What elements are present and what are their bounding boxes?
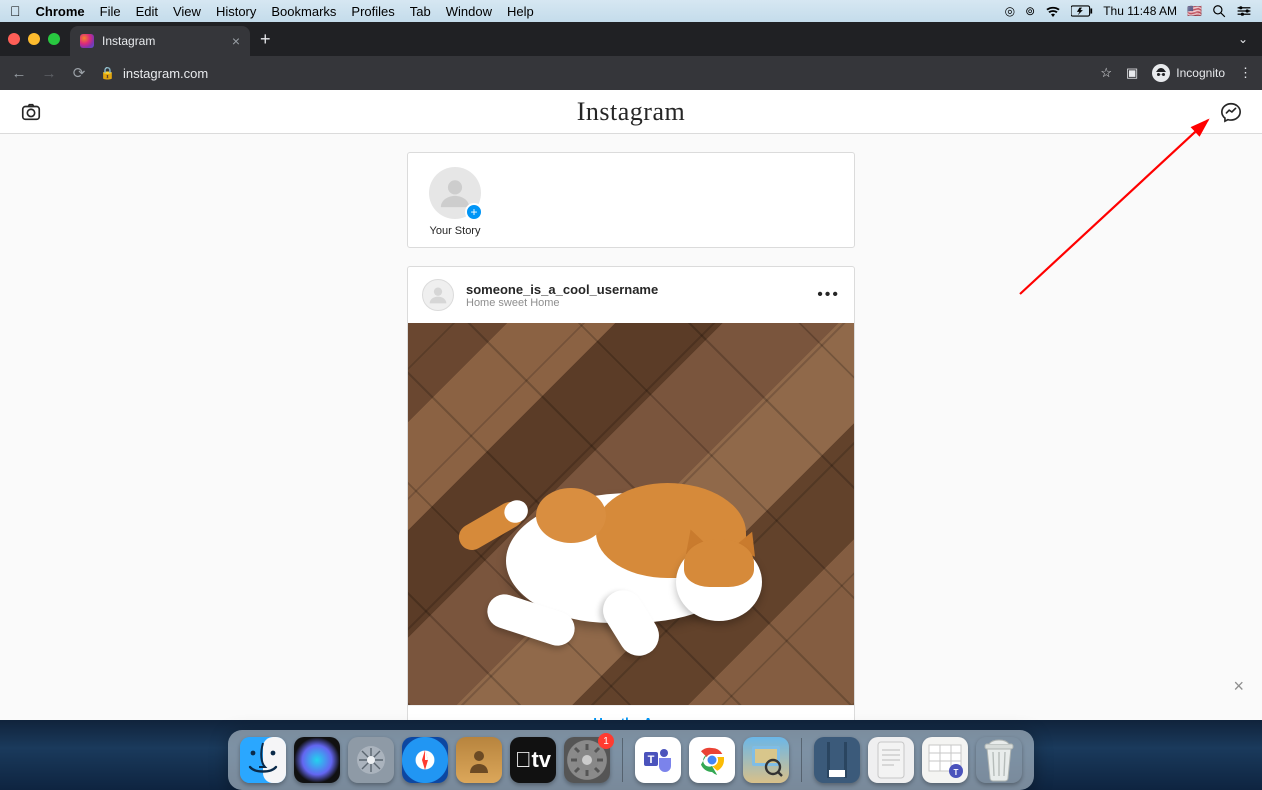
menubar-item-help[interactable]: Help (507, 4, 534, 19)
mac-dock: tv 1 T T (228, 730, 1034, 790)
menubar-item-bookmarks[interactable]: Bookmarks (271, 4, 336, 19)
dock-file-document-icon[interactable] (868, 737, 914, 783)
post-image[interactable] (408, 323, 854, 705)
chrome-tab-strip: Instagram × + ⌄ (0, 22, 1262, 56)
status-spotlight-icon[interactable] (1212, 4, 1226, 18)
dock-appletv-icon[interactable]: tv (510, 737, 556, 783)
post-more-icon[interactable]: ••• (817, 286, 840, 304)
instagram-logo[interactable]: Instagram (577, 97, 685, 127)
incognito-icon (1152, 64, 1170, 82)
window-minimize-button[interactable] (28, 33, 40, 45)
chrome-toolbar: ← → ⟳ 🔒 instagram.com ☆ ▣ Incognito ⋮ (0, 56, 1262, 90)
tab-favicon-instagram-icon (80, 34, 94, 48)
dock-badge: 1 (598, 733, 614, 749)
menubar-item-window[interactable]: Window (446, 4, 492, 19)
post-author-avatar[interactable] (422, 279, 454, 311)
post-location[interactable]: Home sweet Home (466, 297, 658, 309)
menubar-app-name[interactable]: Chrome (36, 4, 85, 19)
instagram-top-bar: Instagram (0, 90, 1262, 134)
dock-chrome-icon[interactable] (689, 737, 735, 783)
your-story[interactable]: + Your Story (422, 167, 488, 237)
mac-menubar:  Chrome File Edit View History Bookmark… (0, 0, 1262, 22)
dock-system-preferences-icon[interactable]: 1 (564, 737, 610, 783)
svg-text:T: T (648, 754, 655, 766)
story-label: Your Story (430, 225, 481, 237)
extensions-panel-icon[interactable]: ▣ (1126, 65, 1138, 81)
menubar-item-file[interactable]: File (100, 4, 121, 19)
status-toggle-icon[interactable]: ◎ (1005, 4, 1015, 18)
messenger-icon[interactable] (1220, 101, 1242, 123)
instagram-page: Instagram + Your Story (0, 90, 1262, 790)
incognito-label: Incognito (1176, 66, 1225, 80)
dock-trash-icon[interactable] (976, 737, 1022, 783)
dock-siri-icon[interactable] (294, 737, 340, 783)
apple-menu-icon[interactable]:  (10, 3, 21, 19)
tab-close-icon[interactable]: × (232, 33, 240, 49)
bookmark-star-icon[interactable]: ☆ (1100, 65, 1112, 81)
window-zoom-button[interactable] (48, 33, 60, 45)
tab-overflow-icon[interactable]: ⌄ (1238, 32, 1262, 46)
post-username[interactable]: someone_is_a_cool_username (466, 282, 658, 297)
mac-dock-area: tv 1 T T (0, 720, 1262, 790)
nav-forward-icon: → (40, 65, 58, 82)
feed-post: someone_is_a_cool_username Home sweet Ho… (407, 266, 855, 740)
incognito-indicator[interactable]: Incognito (1152, 64, 1225, 82)
svg-text:T: T (954, 768, 959, 777)
status-sync-icon[interactable]: ⊚ (1025, 4, 1035, 18)
camera-icon[interactable] (20, 101, 42, 123)
dock-finder-icon[interactable] (240, 737, 286, 783)
lock-icon: 🔒 (100, 66, 115, 80)
status-clock[interactable]: Thu 11:48 AM (1103, 4, 1177, 18)
address-bar[interactable]: 🔒 instagram.com (100, 66, 208, 81)
dock-separator (801, 738, 802, 782)
chrome-menu-icon[interactable]: ⋮ (1239, 65, 1252, 81)
dock-preview-icon[interactable] (743, 737, 789, 783)
menubar-item-view[interactable]: View (173, 4, 201, 19)
menubar-item-profiles[interactable]: Profiles (351, 4, 394, 19)
story-avatar: + (429, 167, 481, 219)
post-header: someone_is_a_cool_username Home sweet Ho… (408, 267, 854, 323)
add-story-plus-icon: + (465, 203, 483, 221)
menubar-item-tab[interactable]: Tab (410, 4, 431, 19)
new-tab-button[interactable]: + (260, 29, 271, 50)
dock-separator (622, 738, 623, 782)
menubar-item-edit[interactable]: Edit (136, 4, 158, 19)
status-wifi-icon[interactable] (1045, 5, 1061, 17)
browser-tab[interactable]: Instagram × (70, 26, 250, 56)
menubar-item-history[interactable]: History (216, 4, 256, 19)
stories-bar: + Your Story (407, 152, 855, 248)
tab-title: Instagram (102, 34, 155, 48)
window-traffic-lights (8, 33, 60, 45)
instagram-feed: + Your Story someone_is_a_cool_username … (0, 134, 1262, 746)
dismiss-banner-icon[interactable]: × (1233, 676, 1244, 697)
url-text: instagram.com (123, 66, 208, 81)
dock-safari-icon[interactable] (402, 737, 448, 783)
dock-contacts-icon[interactable] (456, 737, 502, 783)
status-flag-icon[interactable]: 🇺🇸 (1187, 4, 1202, 18)
nav-back-icon[interactable]: ← (10, 65, 28, 82)
status-control-center-icon[interactable] (1236, 5, 1252, 17)
window-close-button[interactable] (8, 33, 20, 45)
nav-reload-icon[interactable]: ⟳ (70, 64, 88, 82)
dock-launchpad-icon[interactable] (348, 737, 394, 783)
dock-file-spreadsheet-icon[interactable]: T (922, 737, 968, 783)
status-battery-icon[interactable] (1071, 5, 1093, 17)
dock-file-movie-icon[interactable] (814, 737, 860, 783)
dock-teams-icon[interactable]: T (635, 737, 681, 783)
